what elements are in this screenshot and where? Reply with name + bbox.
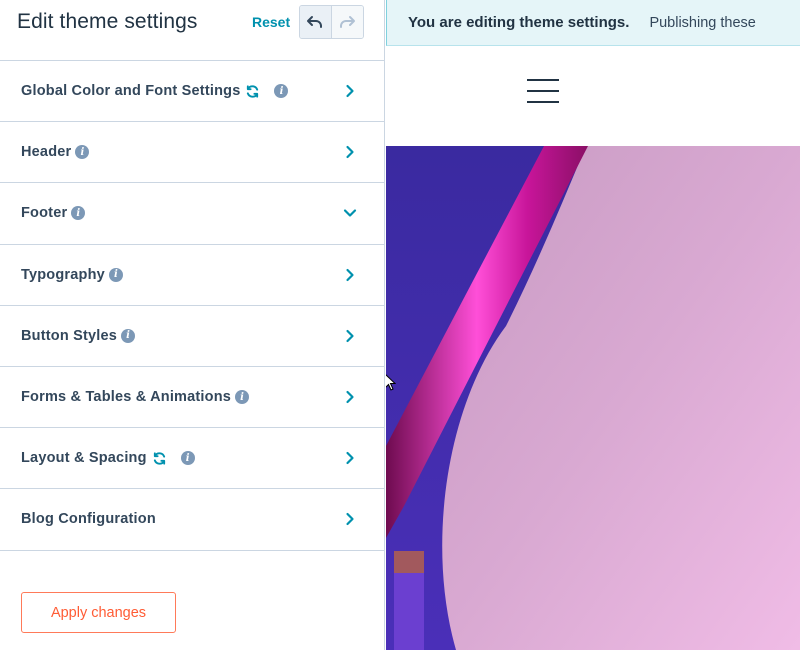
- section-label: Typography: [21, 266, 105, 283]
- section-typography[interactable]: Typography i: [0, 245, 384, 306]
- redo-button[interactable]: [331, 6, 363, 38]
- sync-icon: [152, 451, 167, 466]
- panel-title: Edit theme settings: [17, 10, 198, 33]
- sync-icon: [245, 84, 260, 99]
- chevron-down-icon: [343, 206, 357, 220]
- info-icon[interactable]: i: [75, 145, 90, 160]
- undo-redo-group: [299, 5, 364, 39]
- reset-button[interactable]: Reset: [252, 14, 290, 30]
- info-icon[interactable]: i: [108, 267, 123, 282]
- hero-image: [386, 146, 800, 650]
- chevron-right-icon: [343, 145, 357, 159]
- section-blog-configuration[interactable]: Blog Configuration: [0, 489, 384, 551]
- chevron-right-icon: [343, 84, 357, 98]
- undo-icon: [307, 16, 323, 28]
- section-button-styles[interactable]: Button Styles i: [0, 306, 384, 367]
- section-forms-tables-animations[interactable]: Forms & Tables & Animations i: [0, 367, 384, 429]
- section-layout-spacing[interactable]: Layout & Spacing i: [0, 428, 384, 490]
- theme-preview: You are editing theme settings. Publishi…: [386, 0, 800, 650]
- section-label: Layout & Spacing: [21, 450, 147, 467]
- section-label: Header: [21, 144, 72, 161]
- theme-settings-panel: Edit theme settings Reset Global Color a…: [0, 0, 385, 650]
- chevron-right-icon: [343, 329, 357, 343]
- apply-changes-button[interactable]: Apply changes: [21, 592, 176, 633]
- chevron-right-icon: [343, 451, 357, 465]
- site-header: [386, 46, 800, 146]
- section-footer[interactable]: Footer i: [0, 183, 384, 245]
- section-label: Footer: [21, 205, 68, 222]
- undo-button[interactable]: [300, 6, 332, 38]
- info-icon[interactable]: i: [180, 451, 195, 466]
- chevron-right-icon: [343, 268, 357, 282]
- info-icon[interactable]: i: [71, 206, 86, 221]
- section-label: Global Color and Font Settings: [21, 83, 241, 100]
- hamburger-menu-icon[interactable]: [527, 79, 559, 103]
- panel-header: Edit theme settings Reset: [0, 0, 384, 61]
- mouse-cursor-icon: [386, 374, 396, 391]
- section-label: Blog Configuration: [21, 511, 156, 528]
- section-header[interactable]: Header i: [0, 122, 384, 184]
- section-label: Forms & Tables & Animations: [21, 389, 232, 406]
- info-icon[interactable]: i: [121, 328, 136, 343]
- settings-section-list: Global Color and Font Settings i Header …: [0, 61, 384, 551]
- info-icon[interactable]: i: [235, 390, 250, 405]
- chevron-right-icon: [343, 390, 357, 404]
- section-global-color-font[interactable]: Global Color and Font Settings i: [0, 61, 384, 123]
- section-label: Button Styles: [21, 327, 118, 344]
- info-icon[interactable]: i: [274, 84, 289, 99]
- chevron-right-icon: [343, 512, 357, 526]
- banner-message: Publishing these: [649, 14, 756, 31]
- redo-icon: [340, 16, 356, 28]
- editing-banner: You are editing theme settings. Publishi…: [386, 0, 800, 46]
- banner-heading: You are editing theme settings.: [408, 14, 630, 31]
